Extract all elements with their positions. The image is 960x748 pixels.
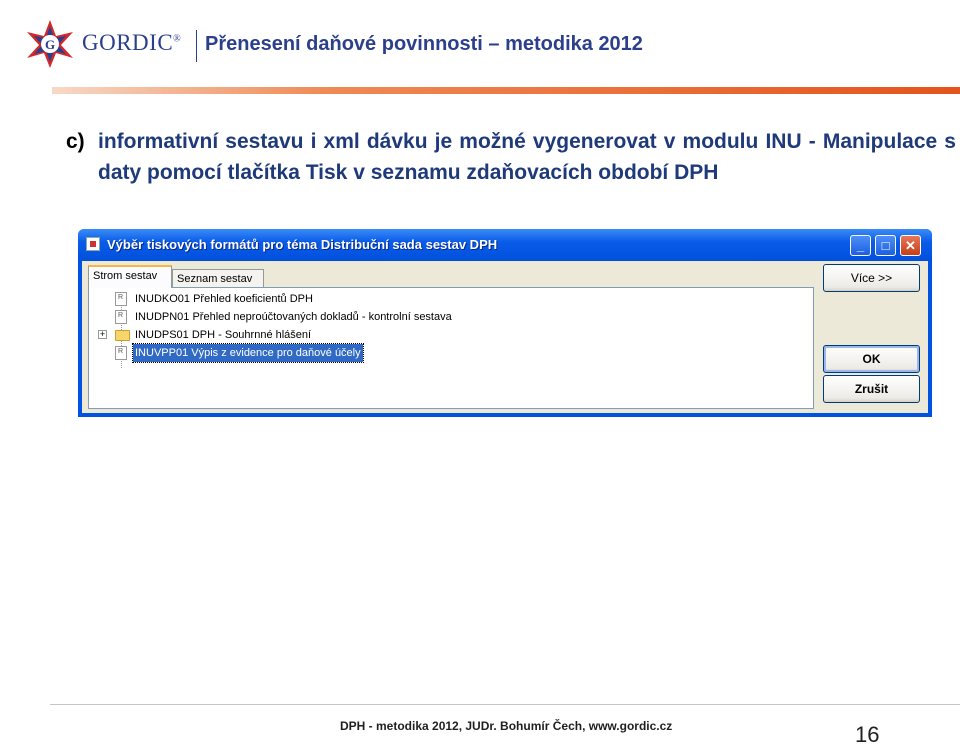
gordic-logo-icon: G	[27, 20, 73, 68]
dialog-title: Výběr tiskových formátů pro téma Distrib…	[107, 237, 498, 252]
title-accent-bar	[52, 87, 960, 94]
tree-item-label: INUDPN01 Přehled neproúčtovaných dokladů…	[135, 311, 452, 323]
footer-text: DPH - metodika 2012, JUDr. Bohumír Čech,…	[340, 719, 673, 733]
header-divider	[196, 30, 197, 62]
dialog-titlebar[interactable]: Výběr tiskových formátů pro téma Distrib…	[78, 229, 932, 261]
svg-text:G: G	[45, 37, 55, 52]
slide-title: Přenesení daňové povinnosti – metodika 2…	[205, 33, 643, 55]
page-number: 16	[855, 722, 880, 747]
report-icon	[115, 289, 127, 307]
report-icon	[115, 343, 127, 361]
content-item: c) informativní sestavu i xml dávku je m…	[66, 126, 956, 188]
tree-item-label: INUVPP01 Výpis z evidence pro daňové úče…	[132, 343, 364, 363]
report-tree[interactable]: INUDKO01 Přehled koeficientů DPH INUDPN0…	[88, 287, 814, 409]
brand-name: GORDIC®	[82, 30, 182, 55]
close-button[interactable]: ✕	[900, 235, 921, 256]
more-button[interactable]: Více >>	[823, 264, 920, 292]
report-icon	[115, 307, 127, 325]
footer-divider	[50, 704, 960, 705]
tree-item-label: INUDKO01 Přehled koeficientů DPH	[135, 293, 313, 305]
tab-seznam-sestav[interactable]: Seznam sestav	[172, 269, 264, 287]
expand-plus-icon[interactable]: +	[98, 330, 107, 339]
tree-item-label: INUDPS01 DPH - Souhrnné hlášení	[135, 329, 312, 341]
minimize-button[interactable]: _	[850, 235, 871, 256]
item-text: informativní sestavu i xml dávku je možn…	[98, 130, 956, 184]
item-marker: c)	[66, 130, 85, 153]
ok-button[interactable]: OK	[823, 345, 920, 373]
maximize-button[interactable]: □	[875, 235, 896, 256]
cancel-button[interactable]: Zrušit	[823, 375, 920, 403]
tab-strom-sestav[interactable]: Strom sestav	[88, 265, 172, 288]
app-icon	[86, 237, 100, 251]
folder-icon	[115, 330, 130, 341]
dialog-client-area: Strom sestav Seznam sestav INUDKO01 Přeh…	[82, 261, 928, 413]
report-format-dialog: Výběr tiskových formátů pro téma Distrib…	[78, 229, 932, 417]
